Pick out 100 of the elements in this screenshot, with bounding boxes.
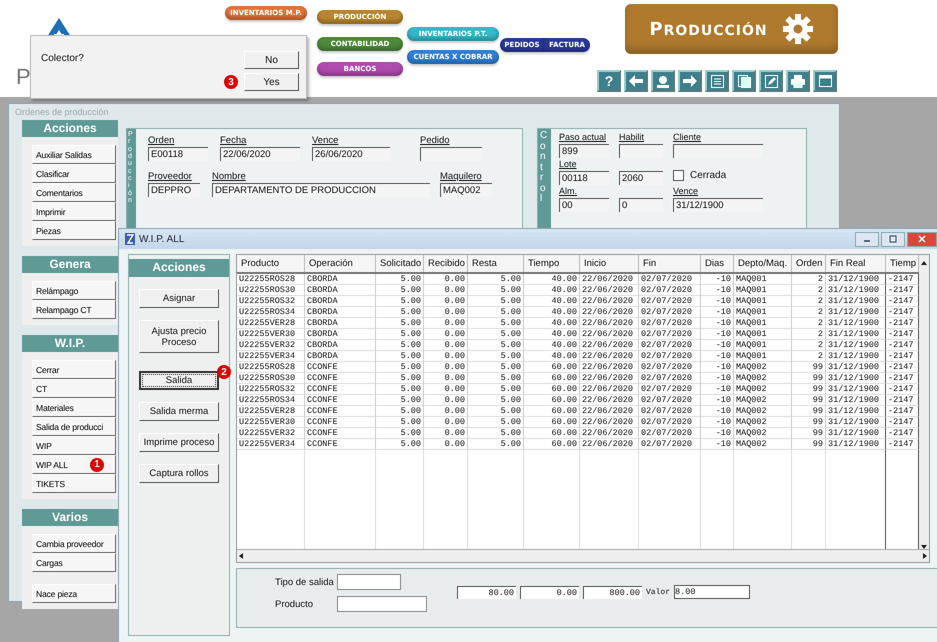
table-cell: 5.00	[468, 340, 524, 351]
table-cell: 5.00	[376, 362, 424, 373]
table-cell: 5.00	[468, 384, 524, 395]
sidebar-button[interactable]: Auxiliar Salidas	[32, 145, 116, 164]
vertical-scrollbar[interactable]	[919, 255, 929, 549]
right-arrow-icon[interactable]	[923, 553, 927, 559]
horizontal-scrollbar[interactable]	[237, 549, 929, 562]
sidebar-button[interactable]: Cambia proveedor	[32, 534, 116, 553]
input-field[interactable]: 8.00	[674, 585, 750, 599]
input-field[interactable]: 22/06/2020	[220, 148, 300, 161]
left-arrow-icon[interactable]	[239, 553, 243, 559]
table-cell: 02/07/2020	[639, 285, 701, 296]
input-field[interactable]: 31/12/1900	[673, 199, 763, 212]
input-field[interactable]: 0	[619, 199, 663, 212]
input-field[interactable]: 00118	[559, 172, 609, 185]
action-button[interactable]: Ajusta precio Proceso	[139, 320, 219, 353]
sidebar-button[interactable]: Nace pieza	[32, 584, 116, 603]
action-button[interactable]: Imprime proceso	[139, 433, 219, 452]
window-title: W.I.P. ALL	[139, 234, 184, 244]
column-header[interactable]: Fin	[639, 255, 701, 272]
input-field[interactable]: DEPPRO	[148, 184, 200, 197]
dialog-button[interactable]: No	[244, 51, 299, 69]
table-cell: 5.00	[468, 329, 524, 340]
sidebar-button[interactable]: WIP	[32, 436, 116, 455]
total-field: 800.00	[583, 586, 642, 598]
action-button[interactable]: Salida merma	[139, 402, 219, 421]
column-header[interactable]: Recibido	[424, 255, 468, 272]
table-cell: 31/12/1900	[826, 318, 886, 329]
help-button[interactable]: ?	[597, 70, 621, 92]
input-field[interactable]: 899	[559, 145, 609, 158]
dialog-button[interactable]: Yes	[244, 73, 299, 91]
table-cell: 99	[792, 362, 826, 373]
input-field[interactable]	[337, 574, 401, 590]
input-field[interactable]: 00	[559, 199, 609, 212]
back-button[interactable]	[624, 70, 648, 92]
sidebar-button[interactable]: Salida de producci	[32, 417, 116, 436]
column-header[interactable]: Producto	[237, 255, 305, 272]
sidebar-button[interactable]: Piezas	[32, 221, 116, 240]
list-button[interactable]	[705, 70, 729, 92]
sidebar-button[interactable]: Materiales	[32, 398, 116, 417]
edit-button[interactable]	[759, 70, 783, 92]
close-button[interactable]	[907, 232, 937, 246]
sidebar-button[interactable]: CT	[32, 379, 116, 398]
user-button[interactable]	[651, 70, 675, 92]
table-cell: -10	[701, 439, 734, 450]
right-arrow-icon	[683, 75, 697, 87]
sidebar-button[interactable]: Relampago CT	[32, 300, 116, 319]
input-field[interactable]: 26/06/2020	[312, 148, 390, 161]
forward-button[interactable]	[678, 70, 702, 92]
table-cell: 31/12/1900	[826, 296, 886, 307]
sidebar-button[interactable]: Comentarios	[32, 183, 116, 202]
input-field[interactable]: 2060	[619, 172, 663, 185]
window-title: Ordenes de producción	[14, 106, 110, 119]
table-cell: 22/06/2020	[580, 285, 639, 296]
column-header[interactable]: Tiemp	[886, 255, 919, 272]
section-header: Genera	[22, 256, 118, 273]
table-cell: 5.00	[376, 373, 424, 384]
input-field[interactable]: MAQ002	[440, 184, 492, 197]
documents-button[interactable]	[732, 70, 756, 92]
table-cell: 40.00	[524, 274, 580, 285]
column-header[interactable]: Dias	[701, 255, 734, 272]
action-button[interactable]: Salida	[139, 371, 219, 390]
table-cell: 2	[792, 296, 826, 307]
action-button[interactable]: Asignar	[139, 289, 219, 308]
window-button[interactable]	[813, 70, 837, 92]
down-arrow-icon[interactable]	[921, 545, 927, 549]
up-arrow-icon[interactable]	[921, 261, 927, 265]
checkbox[interactable]	[673, 170, 684, 180]
table-cell: 02/07/2020	[639, 406, 701, 417]
input-field[interactable]	[673, 145, 763, 158]
maximize-button[interactable]	[881, 232, 905, 246]
column-header[interactable]: Operación	[305, 255, 376, 272]
table-cell: 5.00	[376, 274, 424, 285]
field-label: Tipo de salida	[275, 576, 335, 588]
sidebar-button[interactable]: Clasificar	[32, 164, 116, 183]
column-header[interactable]: Resta	[468, 255, 524, 272]
print-button[interactable]	[786, 70, 810, 92]
column-header[interactable]: Fin Real	[826, 255, 886, 272]
column-header[interactable]: Tiempo	[524, 255, 580, 272]
sidebar-button[interactable]: Imprimir	[32, 202, 116, 221]
sidebar-button[interactable]: TIKETS	[32, 474, 116, 493]
table-cell: -10	[701, 329, 734, 340]
table-cell: 60.00	[524, 417, 580, 428]
column-header[interactable]: Inicio	[580, 255, 639, 272]
sidebar-button[interactable]: Cargas	[32, 553, 116, 572]
table-cell: MAQ001	[734, 329, 792, 340]
column-header[interactable]: Solicitado	[376, 255, 424, 272]
input-field[interactable]	[619, 145, 663, 158]
input-field[interactable]	[337, 596, 427, 612]
table-cell: 02/07/2020	[639, 395, 701, 406]
dialog-message: Colector?	[41, 53, 84, 64]
input-field[interactable]: DEPARTAMENTO DE PRODUCCION	[212, 184, 430, 197]
column-header[interactable]: Depto/Maq.	[734, 255, 792, 272]
sidebar-button[interactable]: Cerrar	[32, 360, 116, 379]
input-field[interactable]	[420, 148, 482, 161]
action-button[interactable]: Captura rollos	[139, 464, 219, 483]
sidebar-button[interactable]: Relámpago	[32, 281, 116, 300]
column-header[interactable]: Orden	[792, 255, 826, 272]
input-field[interactable]: E00118	[148, 148, 208, 161]
table-cell: 31/12/1900	[826, 274, 886, 285]
